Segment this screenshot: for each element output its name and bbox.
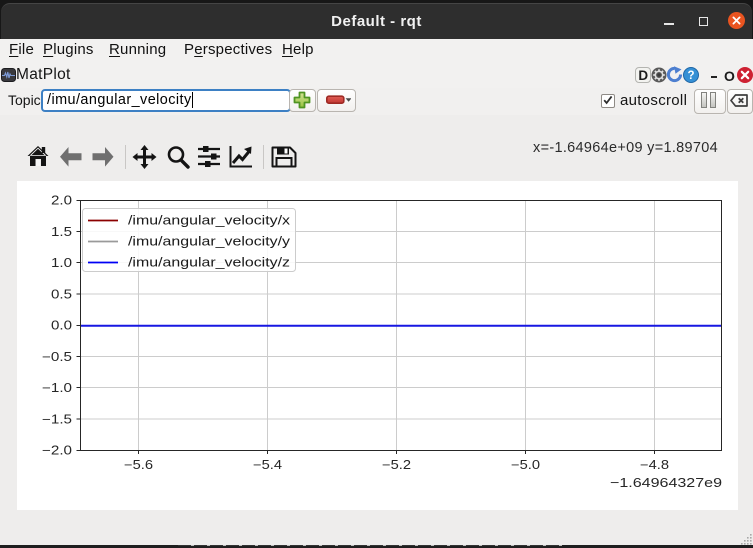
svg-text:−5.6: −5.6	[124, 458, 153, 472]
svg-text:−5.0: −5.0	[511, 458, 540, 472]
svg-text:−5.4: −5.4	[253, 458, 282, 472]
svg-text:−2.0: −2.0	[42, 444, 72, 458]
svg-text:−1.0: −1.0	[42, 381, 72, 395]
svg-text:/imu/angular_velocity/z: /imu/angular_velocity/z	[128, 255, 290, 270]
svg-text:/imu/angular_velocity/x: /imu/angular_velocity/x	[128, 213, 291, 228]
svg-text:−5.2: −5.2	[382, 458, 411, 472]
svg-text:?: ?	[687, 70, 694, 82]
svg-text:0.0: 0.0	[51, 319, 72, 333]
svg-text:1.5: 1.5	[51, 225, 72, 239]
svg-text:D: D	[638, 68, 648, 83]
svg-text:/imu/angular_velocity/y: /imu/angular_velocity/y	[128, 234, 291, 249]
svg-text:−1.5: −1.5	[42, 412, 72, 426]
svg-text:−1.64964327e9: −1.64964327e9	[610, 475, 722, 490]
svg-text:−0.5: −0.5	[42, 350, 72, 364]
svg-text:1.0: 1.0	[51, 256, 72, 270]
svg-text:−4.8: −4.8	[640, 458, 669, 472]
svg-text:2.0: 2.0	[51, 194, 72, 208]
svg-text:0.5: 0.5	[51, 287, 72, 301]
